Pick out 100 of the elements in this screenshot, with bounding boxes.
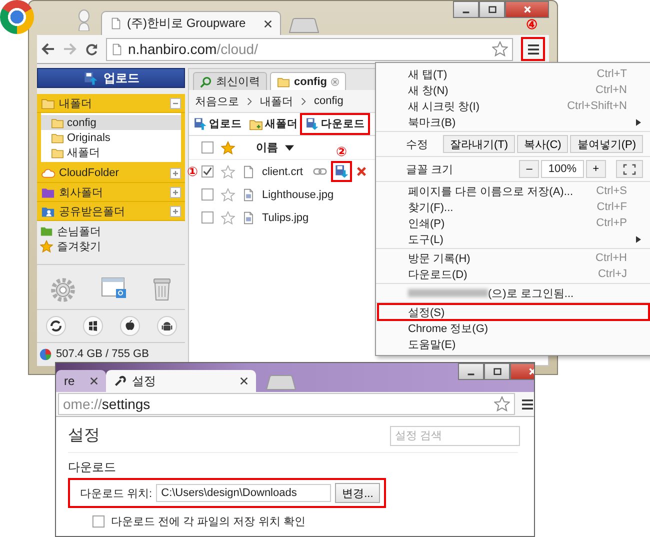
breadcrumb-link[interactable]: config [314,95,344,107]
menu-item[interactable]: 새 시크릿 창(I) Ctrl+Shift+N [378,98,649,114]
expand-icon[interactable] [170,186,181,198]
panel-tab[interactable]: config [270,72,346,90]
new-tab-button[interactable] [266,375,296,390]
reload-icon[interactable] [85,42,98,56]
folder-section[interactable]: 회사폴더 [37,183,185,202]
window-search-icon[interactable] [100,276,127,299]
column-header[interactable]: 이름 [256,140,278,155]
expand-icon[interactable] [170,206,181,217]
file-action-button[interactable] [312,166,328,177]
menu-item[interactable]: 새 창(N) Ctrl+N [378,82,649,98]
minimize-button[interactable] [453,1,479,18]
folder-icon [51,116,64,129]
close-tab-icon[interactable] [264,20,272,28]
wrench-icon [114,375,126,387]
star-icon[interactable] [221,188,235,202]
menu-item[interactable]: 다운로드(D) Ctrl+J [378,266,649,282]
trash-icon[interactable] [152,276,172,301]
menu-item[interactable]: 도구(L) [378,231,649,247]
checkbox-label: 다운로드 전에 각 파일의 저장 위치 확인 [111,515,306,529]
back-icon[interactable] [41,43,55,55]
bookmark-star-icon[interactable] [494,396,510,412]
apple-logo-icon[interactable] [120,316,140,336]
zoom-out-button[interactable]: – [519,160,540,178]
folder-item[interactable]: Originals [41,130,181,146]
page-icon [110,17,122,30]
menu-item[interactable]: 설정(S) [378,304,649,320]
browser-tab[interactable]: (주)한비로 Groupware [101,11,281,35]
menu-item[interactable]: Chrome 정보(G) [378,320,649,336]
menu-item[interactable]: 방문 기록(H) Ctrl+H [378,250,649,266]
callout-number: ④ [526,17,538,32]
menu-button[interactable]: 복사(C) [517,135,568,153]
file-action-button[interactable] [354,165,368,178]
search-icon [200,76,212,88]
menu-item[interactable]: 도움말(E) [378,336,649,352]
maximize-button[interactable] [484,363,510,380]
android-icon[interactable] [156,316,176,336]
select-all-checkbox[interactable] [201,141,214,154]
browser-tab[interactable]: re [56,370,106,392]
submenu-arrow-icon [636,236,641,242]
gear-icon[interactable] [50,276,76,303]
menu-button[interactable]: 붙여넣기(P) [570,135,643,153]
address-bar[interactable]: ome://settings [58,393,515,415]
fullscreen-button[interactable] [616,160,643,178]
file-name[interactable]: Tulips.jpg [262,212,309,224]
storage-usage: 507.4 GB / 755 GB [56,348,149,360]
sync-icon[interactable] [46,316,66,336]
collapse-icon[interactable] [170,98,181,109]
checkbox[interactable] [92,515,105,528]
browser-tab[interactable]: 설정 [106,370,256,392]
folder-section[interactable]: CloudFolder [37,164,185,184]
menu-label: 수정 [406,138,429,152]
download-path-field[interactable]: C:\Users\design\Downloads [156,484,332,502]
menu-item[interactable]: 북마크(B) [378,114,649,130]
toolbar-button[interactable]: 다운로드 [302,115,368,133]
star-icon[interactable] [221,164,235,178]
folder-item[interactable]: 새폴더 [41,145,181,160]
file-name[interactable]: Lighthouse.jpg [262,188,334,200]
settings-search-field[interactable]: 설정 검색 [390,426,520,446]
menu-item[interactable]: 새 탭(T) Ctrl+T [378,66,649,82]
change-button[interactable]: 변경... [335,483,380,503]
new-tab-button[interactable] [289,18,319,33]
image-file-icon [242,210,255,224]
checkbox[interactable] [201,165,214,178]
menu-item[interactable]: 인쇄(P) Ctrl+P [378,215,649,231]
sidebar-link[interactable]: 즐겨찾기 [37,238,185,254]
file-name[interactable]: client.crt [262,166,303,178]
close-button[interactable] [505,1,549,18]
download-icon [334,164,349,179]
star-icon[interactable] [221,210,235,224]
zoom-in-button[interactable]: + [586,160,606,178]
bookmark-star-icon[interactable] [492,41,508,57]
folder-section[interactable]: 공유받은폴더 [37,202,185,222]
close-tab-icon[interactable] [240,377,248,385]
windows-logo-icon[interactable] [82,316,102,336]
page-heading: 설정 [68,426,100,446]
profile-icon [77,9,91,31]
menu-button[interactable]: 잘라내기(T) [443,135,516,153]
breadcrumb-link[interactable]: 처음으로 [195,94,239,108]
maximize-button[interactable] [479,1,505,18]
menu-item[interactable]: (으)로 로그인됨... [378,285,649,301]
close-tab-icon[interactable] [90,377,98,385]
panel-tab[interactable]: 최신이력 [193,72,267,90]
folder-section[interactable]: 내폴더 [37,94,185,114]
menu-item[interactable]: 찾기(F)... Ctrl+F [378,199,649,215]
chevron-icon [247,98,252,104]
minimize-button[interactable] [458,363,484,380]
toolbar-button[interactable]: 새폴더 [246,115,301,133]
expand-icon[interactable] [170,168,181,179]
folder-item[interactable]: config [41,115,181,130]
address-bar[interactable]: n.hanbiro.com/cloud/ [106,38,513,60]
sidebar-link[interactable]: 손님폴더 [37,224,185,239]
checkbox[interactable] [201,188,214,201]
menu-icon[interactable] [521,398,534,410]
upload-button[interactable]: 업로드 [37,68,185,88]
breadcrumb-link[interactable]: 내폴더 [260,94,293,108]
menu-item[interactable]: 페이지를 다른 이름으로 저장(A)... Ctrl+S [378,183,649,199]
toolbar-button[interactable]: 업로드 [190,115,245,133]
checkbox[interactable] [201,211,214,224]
